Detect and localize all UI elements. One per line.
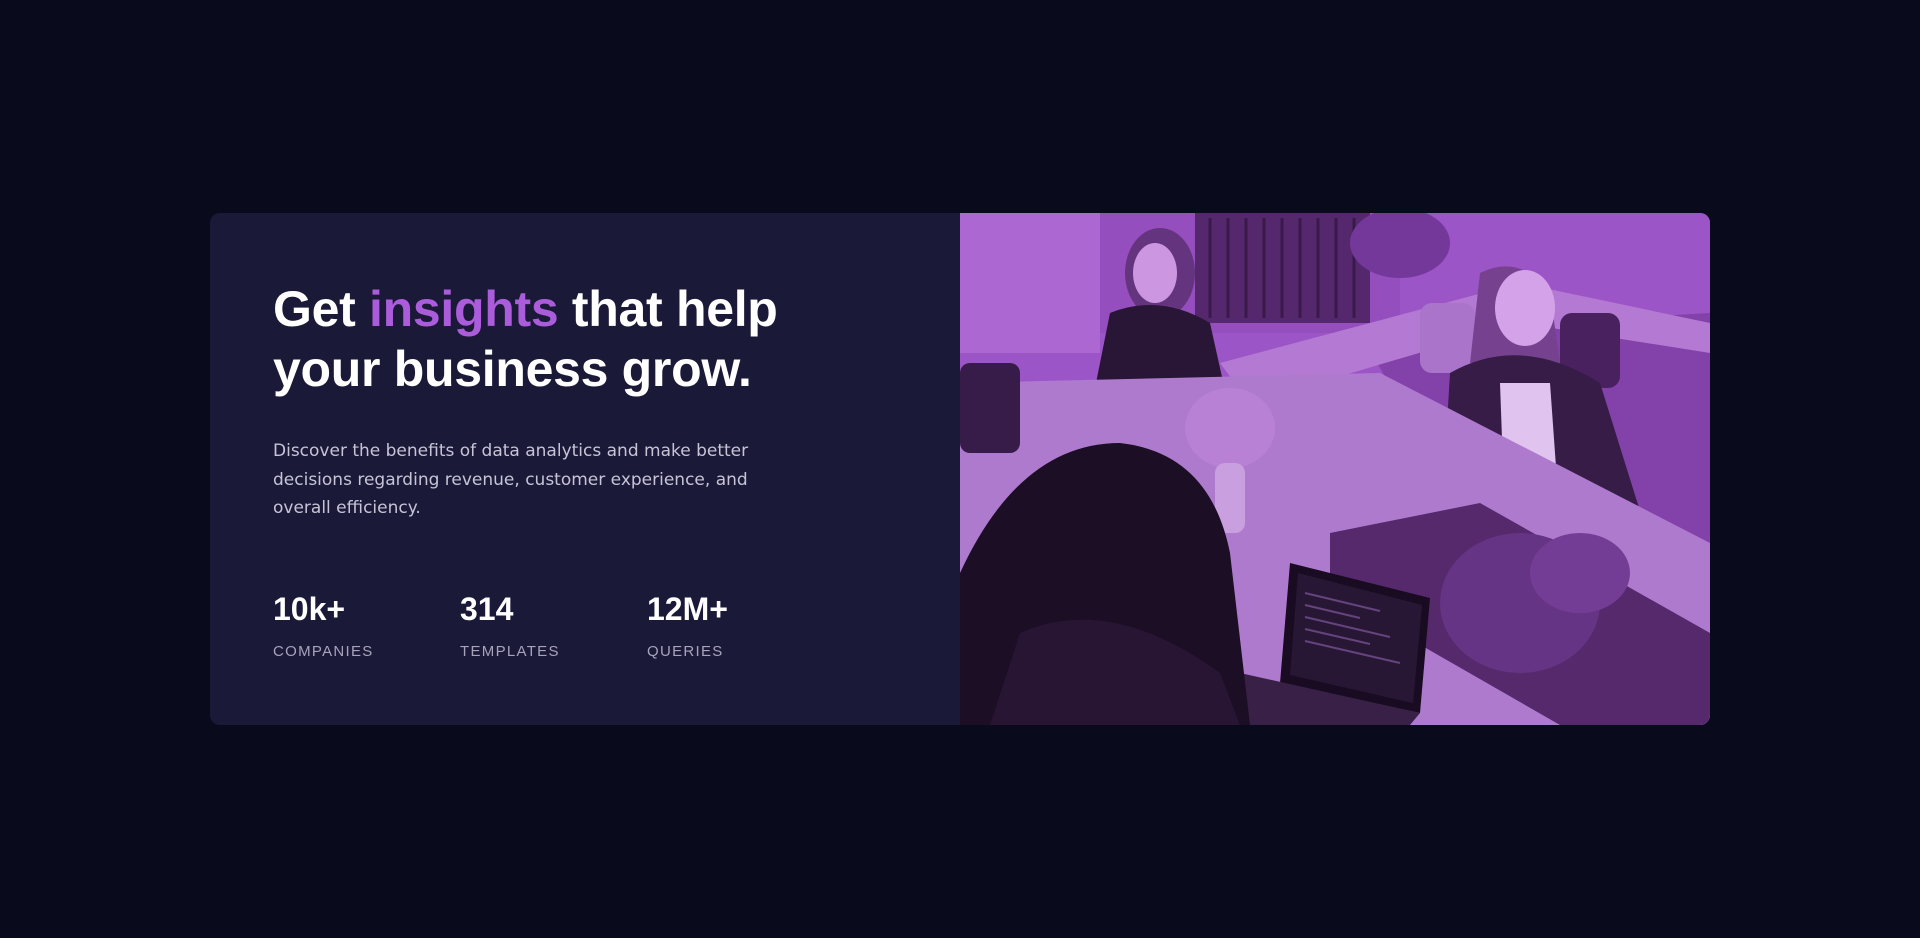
headline-text-start: Get	[273, 281, 370, 337]
header-image	[960, 213, 1710, 725]
stat-label: TEMPLATES	[460, 643, 560, 660]
stat-value: 314	[460, 591, 514, 627]
stats-row: 10k+ COMPANIES 314 TEMPLATES 12M+ QUERIE…	[273, 591, 834, 660]
stat-companies: 10k+ COMPANIES	[273, 591, 460, 660]
stat-label: COMPANIES	[273, 643, 374, 660]
headline: Get insights that help your business gro…	[273, 279, 873, 399]
page: Get insights that help your business gro…	[0, 0, 1920, 938]
stat-templates: 314 TEMPLATES	[460, 591, 647, 660]
stat-queries: 12M+ QUERIES	[647, 591, 834, 660]
card-content: Get insights that help your business gro…	[210, 213, 960, 725]
stat-value: 12M+	[647, 591, 728, 627]
stat-value: 10k+	[273, 591, 346, 627]
headline-accent: insights	[369, 281, 559, 337]
office-photo	[960, 213, 1710, 725]
description: Discover the benefits of data analytics …	[273, 441, 749, 518]
stat-label: QUERIES	[647, 643, 724, 660]
stats-preview-card: Get insights that help your business gro…	[210, 213, 1710, 725]
